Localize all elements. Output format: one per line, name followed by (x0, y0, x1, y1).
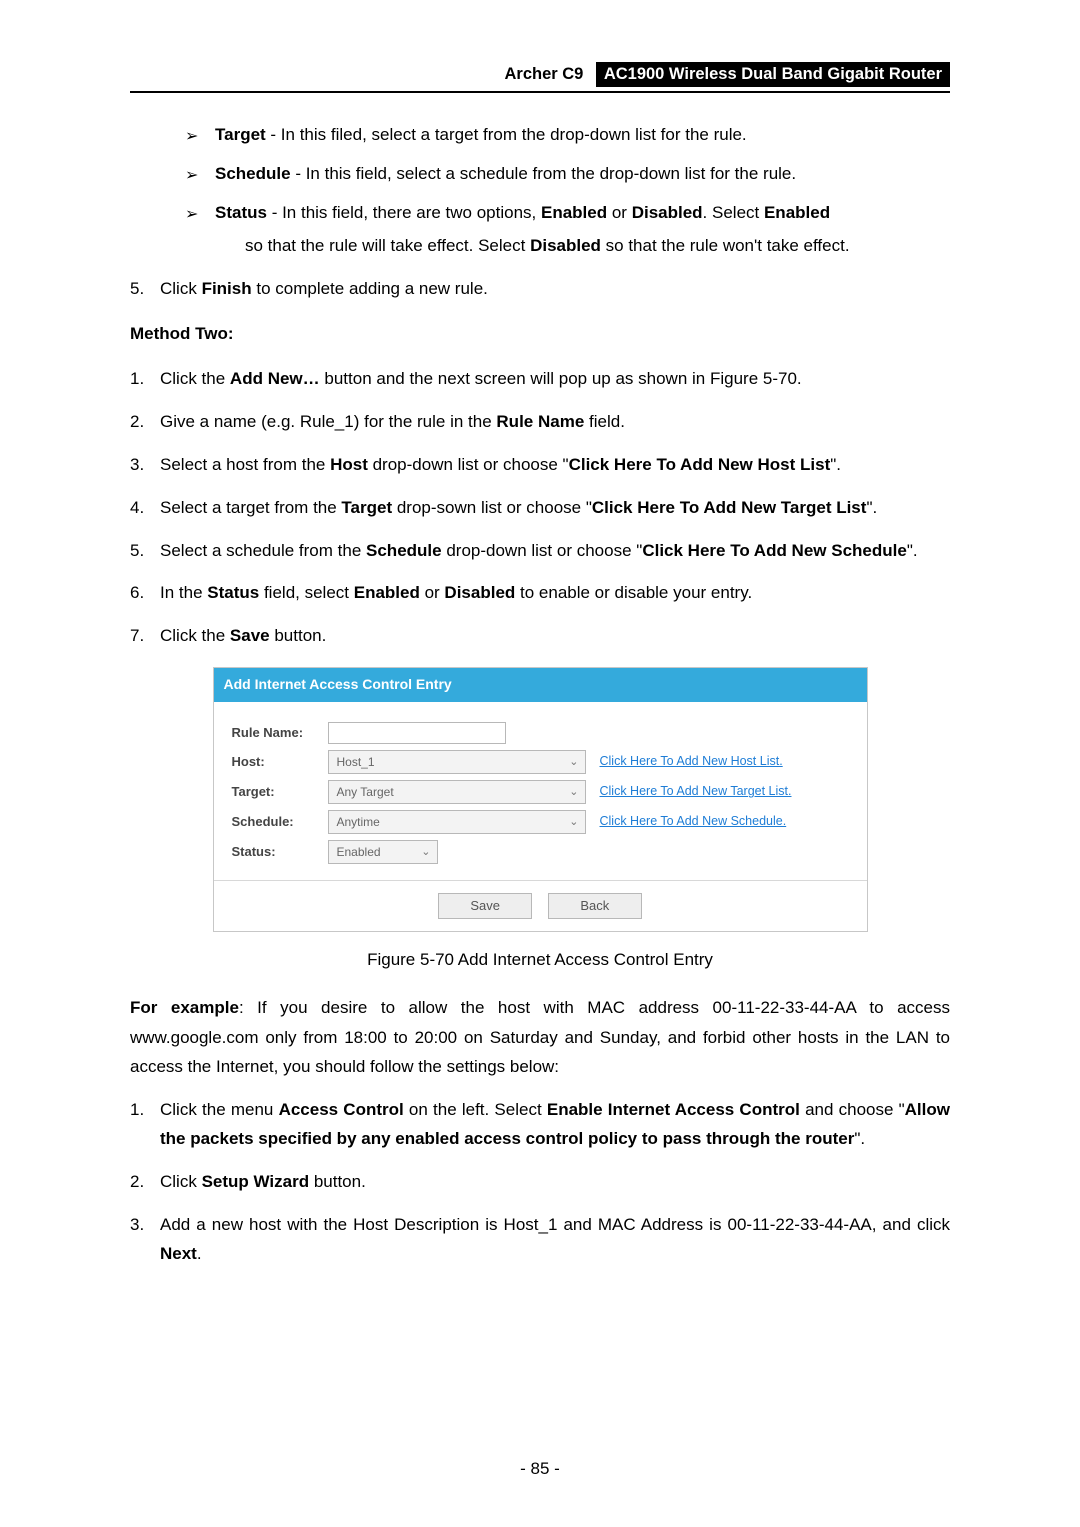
ex-step2: 2. Click Setup Wizard button. (130, 1168, 950, 1197)
chevron-icon: ➢ (185, 160, 215, 189)
m2-step6: 6. In the Status field, select Enabled o… (130, 579, 950, 608)
page-header: Archer C9 AC1900 Wireless Dual Band Giga… (130, 62, 950, 93)
chevron-icon: ➢ (185, 121, 215, 150)
figure-caption: Figure 5-70 Add Internet Access Control … (130, 946, 950, 975)
m2-step4: 4. Select a target from the Target drop-… (130, 494, 950, 523)
example-paragraph: For example: If you desire to allow the … (130, 993, 950, 1082)
save-button[interactable]: Save (438, 893, 532, 919)
add-target-link[interactable]: Click Here To Add New Target List. (600, 781, 792, 802)
bullet-schedule: ➢ Schedule - In this field, select a sch… (185, 160, 950, 189)
chevron-icon: ➢ (185, 199, 215, 261)
header-product: AC1900 Wireless Dual Band Gigabit Router (596, 62, 950, 87)
rule-name-input[interactable] (328, 722, 506, 744)
target-select[interactable]: Any Target⌄ (328, 780, 586, 804)
ex-step1: 1. Click the menu Access Control on the … (130, 1096, 950, 1154)
row-host: Host: Host_1⌄ Click Here To Add New Host… (232, 750, 849, 774)
label-host: Host: (232, 751, 328, 773)
panel-title: Add Internet Access Control Entry (214, 668, 867, 702)
label-rule-name: Rule Name: (232, 722, 328, 744)
method-two-title: Method Two: (130, 320, 950, 349)
header-model: Archer C9 (504, 65, 591, 83)
page-number: - 85 - (0, 1459, 1080, 1479)
add-host-link[interactable]: Click Here To Add New Host List. (600, 751, 783, 772)
m2-step3: 3. Select a host from the Host drop-down… (130, 451, 950, 480)
chevron-down-icon: ⌄ (569, 753, 578, 772)
back-button[interactable]: Back (548, 893, 642, 919)
m2-step7: 7. Click the Save button. (130, 622, 950, 651)
schedule-select[interactable]: Anytime⌄ (328, 810, 586, 834)
chevron-down-icon: ⌄ (569, 813, 578, 832)
m2-step2: 2. Give a name (e.g. Rule_1) for the rul… (130, 408, 950, 437)
add-entry-panel: Add Internet Access Control Entry Rule N… (213, 667, 868, 932)
add-schedule-link[interactable]: Click Here To Add New Schedule. (600, 811, 787, 832)
chevron-down-icon: ⌄ (421, 843, 430, 862)
label-status: Status: (232, 841, 328, 863)
status-select[interactable]: Enabled⌄ (328, 840, 438, 864)
chevron-down-icon: ⌄ (569, 783, 578, 802)
row-status: Status: Enabled⌄ (232, 840, 849, 864)
ex-step3: 3. Add a new host with the Host Descript… (130, 1211, 950, 1269)
row-rule-name: Rule Name: (232, 722, 849, 744)
m2-step5: 5. Select a schedule from the Schedule d… (130, 537, 950, 566)
bullet-target: ➢ Target - In this filed, select a targe… (185, 121, 950, 150)
row-target: Target: Any Target⌄ Click Here To Add Ne… (232, 780, 849, 804)
label-schedule: Schedule: (232, 811, 328, 833)
label-target: Target: (232, 781, 328, 803)
row-schedule: Schedule: Anytime⌄ Click Here To Add New… (232, 810, 849, 834)
bullet-status: ➢ Status - In this field, there are two … (185, 199, 950, 261)
host-select[interactable]: Host_1⌄ (328, 750, 586, 774)
m2-step1: 1. Click the Add New… button and the nex… (130, 365, 950, 394)
step-5-finish: 5. Click Finish to complete adding a new… (130, 275, 950, 304)
